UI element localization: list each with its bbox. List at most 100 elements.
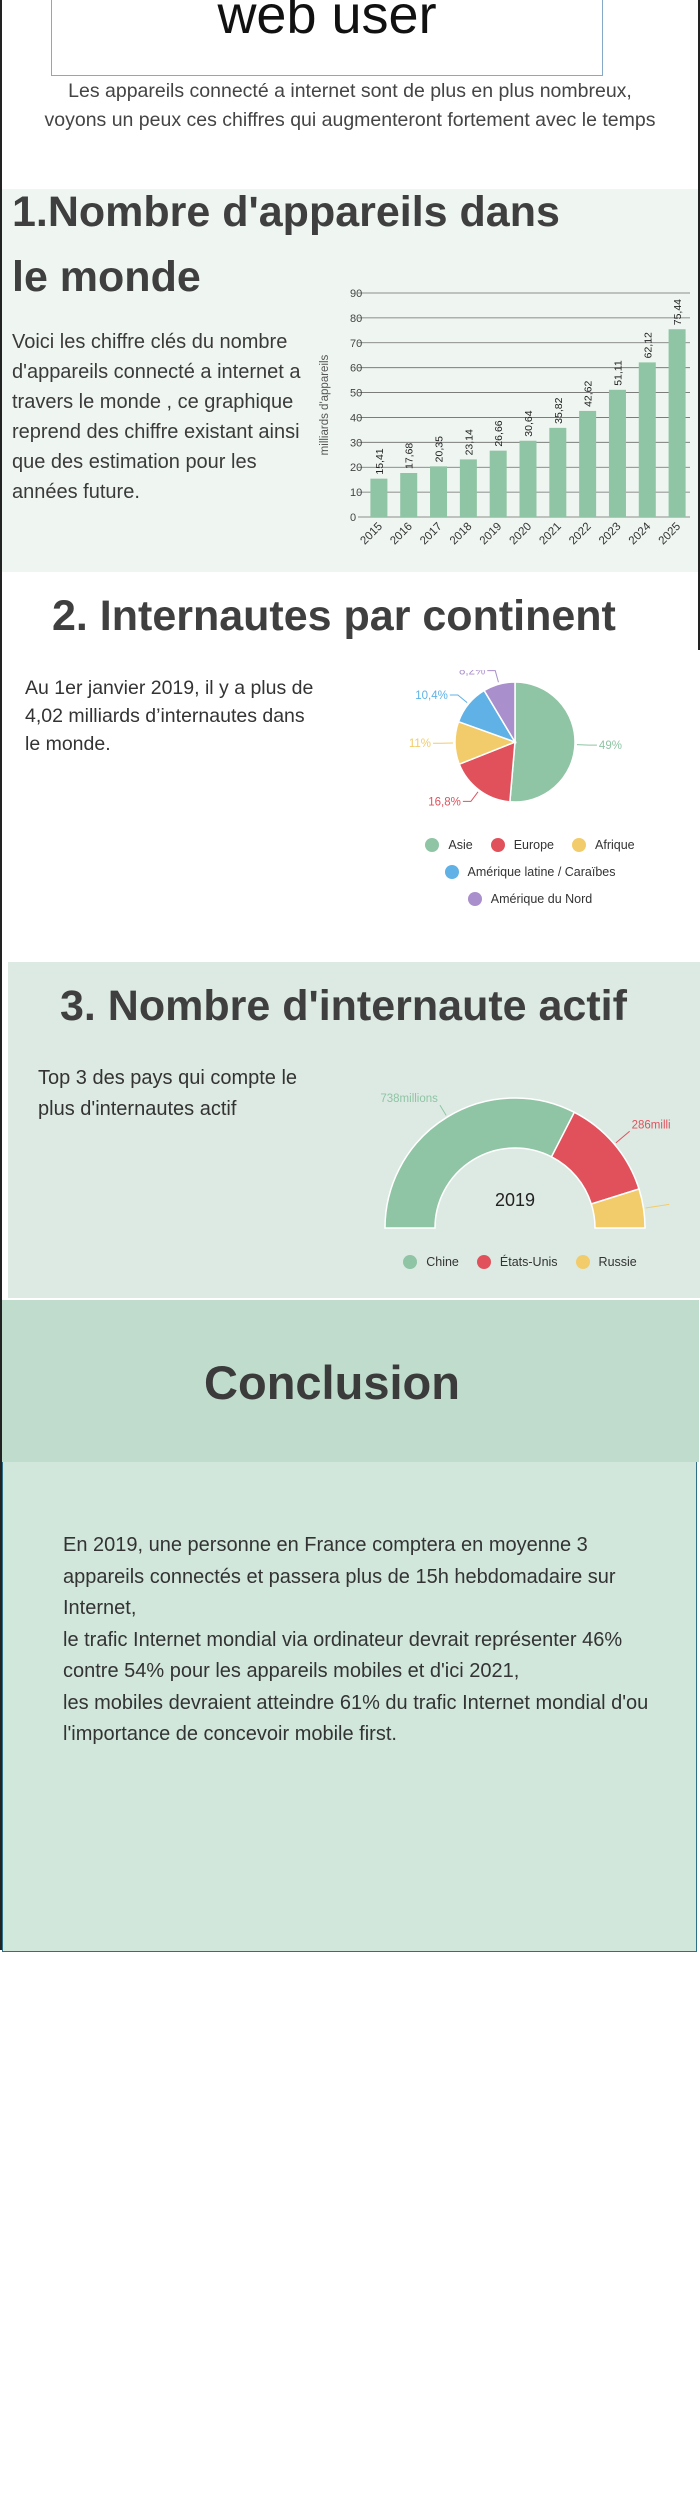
conclusion-title: Conclusion bbox=[204, 1356, 460, 1409]
pie-leader-line bbox=[487, 670, 499, 683]
legend-swatch bbox=[575, 1255, 590, 1269]
bar-value-label: 51,11 bbox=[612, 360, 624, 386]
pie-slice bbox=[509, 681, 576, 803]
bar bbox=[549, 427, 567, 517]
y-tick-label: 80 bbox=[350, 313, 362, 325]
legend-swatch bbox=[444, 865, 459, 879]
bar-value-label: 62,12 bbox=[642, 332, 654, 358]
legend-item[interactable]: Afrique bbox=[572, 838, 635, 852]
y-tick-label: 40 bbox=[350, 412, 362, 424]
active-users-legend: Chine États-Unis Russie bbox=[370, 1255, 670, 1282]
continent-pie-chart: 49% 16,8% 11% 10,4% 8,2% bbox=[409, 670, 622, 808]
legend-row: Amérique du Nord bbox=[380, 892, 680, 906]
bar bbox=[608, 389, 626, 517]
legend-label: Amérique du Nord bbox=[490, 892, 593, 906]
legend-swatch bbox=[403, 1255, 418, 1269]
bar-value-label: 26,66 bbox=[493, 420, 505, 446]
legend-label: Amérique latine / Caraïbes bbox=[467, 865, 616, 879]
y-tick-label: 90 bbox=[350, 288, 362, 300]
legend-row: Chine États-Unis Russie bbox=[370, 1255, 670, 1269]
bar-value-label: 75,44 bbox=[672, 299, 684, 325]
legend-label: Asie bbox=[448, 838, 473, 852]
bar bbox=[489, 450, 507, 517]
bar bbox=[459, 459, 477, 517]
legend-item[interactable]: Chine bbox=[403, 1255, 459, 1269]
legend-item[interactable]: États-Unis bbox=[476, 1255, 558, 1269]
y-tick-label: 20 bbox=[350, 462, 362, 474]
legend-item[interactable]: Asie bbox=[425, 838, 473, 852]
x-tick-label: 2018 bbox=[448, 521, 475, 548]
legend-item[interactable]: Russie bbox=[575, 1255, 637, 1269]
y-tick-label: 50 bbox=[350, 388, 362, 400]
section-active-users-title: 3. Nombre d'internaute actif bbox=[60, 982, 627, 1030]
gauge-leader-line bbox=[645, 1203, 670, 1209]
devices-bar-chart: 0 10 20 30 40 50 60 70 80 90 milliards d'appareils… bbox=[319, 288, 690, 548]
y-tick-label: 10 bbox=[350, 487, 362, 499]
bar bbox=[430, 466, 448, 517]
gauge-slice-label: 738millions bbox=[380, 1093, 438, 1105]
y-axis-label: milliards d'appareils bbox=[319, 354, 331, 455]
pie-slice-label: 11% bbox=[409, 738, 431, 750]
pie-leader-line bbox=[449, 694, 468, 704]
x-tick-label: 2021 bbox=[537, 521, 564, 548]
x-tick-label: 2019 bbox=[478, 521, 505, 548]
x-tick-label: 2022 bbox=[567, 521, 594, 548]
legend-label: États-Unis bbox=[499, 1255, 558, 1269]
y-tick-label: 30 bbox=[350, 437, 362, 449]
bar-value-label: 20,35 bbox=[434, 436, 446, 462]
bar bbox=[370, 478, 388, 517]
y-tick-label: 70 bbox=[350, 338, 362, 350]
legend-label: Chine bbox=[426, 1255, 459, 1269]
bar-value-label: 15,41 bbox=[374, 448, 386, 474]
gauge-leader-line bbox=[615, 1130, 630, 1144]
legend-swatch bbox=[467, 892, 482, 906]
pie-slice-label: 49% bbox=[599, 740, 622, 752]
x-tick-label: 2015 bbox=[358, 521, 385, 548]
continent-legend: Asie Europe Afrique Amérique latine / Caraï… bbox=[380, 838, 680, 919]
legend-swatch bbox=[572, 838, 587, 852]
section-continent-title: 2. Internautes par continent bbox=[52, 592, 616, 640]
section-devices-text: Voici les chiffre clés du nombre d'appar… bbox=[12, 331, 301, 503]
legend-label: Europe bbox=[513, 838, 555, 852]
gauge-slice bbox=[384, 1097, 576, 1229]
legend-item[interactable]: Amérique latine / Caraïbes bbox=[444, 865, 616, 879]
gauge-slice-label: 286millions bbox=[632, 1119, 670, 1131]
y-tick-label: 0 bbox=[350, 512, 356, 524]
legend-row: Amérique latine / Caraïbes bbox=[380, 865, 680, 879]
conclusion-paragraph: En 2019, une personne en France comptera… bbox=[63, 1534, 616, 1619]
gauge-center-label: 2019 bbox=[495, 1190, 535, 1210]
section-active-users-text: Top 3 des pays qui compte le plus d'inte… bbox=[38, 1067, 298, 1120]
conclusion-paragraph: le trafic Internet mondial via ordinateu… bbox=[63, 1628, 623, 1683]
header-box: web user bbox=[51, 0, 603, 76]
bar-value-label: 17,68 bbox=[404, 443, 416, 469]
legend-label: Russie bbox=[598, 1255, 637, 1269]
section-continent-text: Au 1er janvier 2019, il y a plus de 4,02… bbox=[25, 677, 314, 755]
y-tick-label: 60 bbox=[350, 363, 362, 375]
legend-item[interactable]: Amérique du Nord bbox=[467, 892, 593, 906]
bar bbox=[668, 329, 686, 517]
page-title: web user bbox=[217, 0, 437, 46]
legend-row: Asie Europe Afrique bbox=[380, 838, 680, 852]
bar-value-label: 30,64 bbox=[523, 410, 535, 436]
bar-value-label: 42,62 bbox=[583, 380, 595, 406]
x-tick-label: 2023 bbox=[597, 521, 624, 548]
pie-slice-label: 10,4% bbox=[415, 690, 448, 702]
intro-text: Les appareils connecté a internet sont d… bbox=[44, 80, 656, 131]
legend-label: Afrique bbox=[595, 838, 635, 852]
conclusion-text: En 2019, une personne en France comptera… bbox=[63, 1530, 663, 1751]
bar bbox=[638, 362, 656, 517]
pie-slice-label: 8,2% bbox=[459, 670, 485, 678]
bar bbox=[519, 440, 537, 517]
bar-value-label: 23,14 bbox=[463, 429, 475, 455]
bar bbox=[400, 472, 418, 517]
legend-swatch bbox=[476, 1255, 491, 1269]
x-tick-label: 2017 bbox=[418, 521, 445, 548]
bar-value-label: 35,82 bbox=[553, 397, 565, 423]
x-tick-label: 2025 bbox=[657, 521, 684, 548]
conclusion-paragraph: les mobiles devraient atteindre 61% du t… bbox=[63, 1691, 649, 1746]
bar bbox=[579, 410, 597, 517]
gauge-leader-line bbox=[439, 1104, 447, 1116]
x-tick-label: 2016 bbox=[388, 521, 415, 548]
legend-item[interactable]: Europe bbox=[490, 838, 555, 852]
x-tick-label: 2020 bbox=[508, 521, 535, 548]
